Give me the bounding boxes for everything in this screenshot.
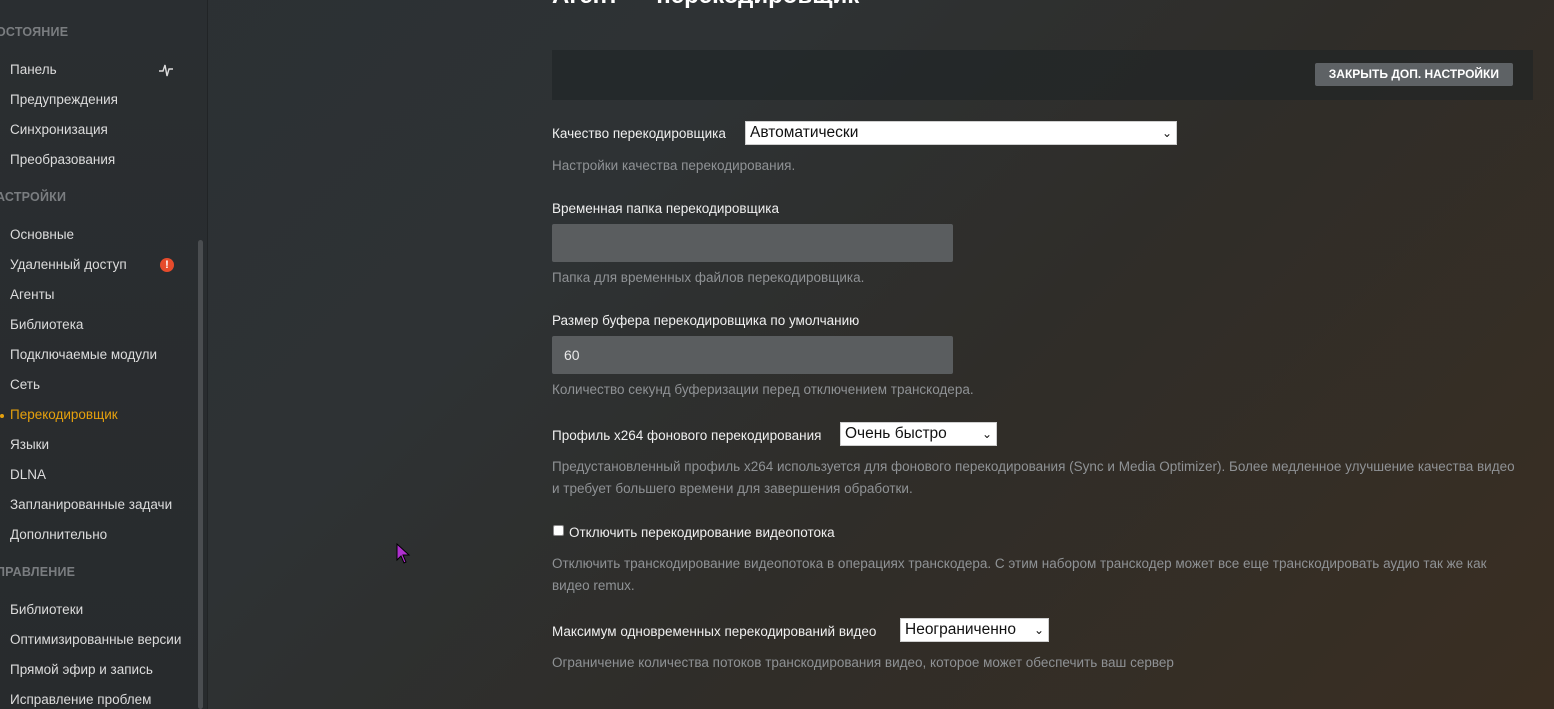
quality-help: Настройки качества перекодирования. [552,158,796,173]
x264-profile-help-line1: Предустановленный профиль x264 используе… [552,459,1515,474]
max-transcodes-select-value: Неограниченно [905,621,1016,638]
temp-folder-help: Папка для временных файлов перекодировщи… [552,270,865,285]
sidebar-item-languages[interactable]: Языки [10,437,49,452]
max-transcodes-select[interactable]: Неограниченно ⌄ [900,618,1049,642]
sidebar-section-settings: АСТРОЙКИ [0,190,67,204]
sidebar-item-sync[interactable]: Синхронизация [10,122,108,137]
buffer-label: Размер буфера перекодировщика по умолчан… [552,313,860,328]
quality-select-value: Автоматически [750,124,859,141]
x264-profile-label: Профиль x264 фонового перекодирования [552,428,822,443]
temp-folder-input[interactable] [552,224,953,262]
sidebar-item-network[interactable]: Сеть [10,377,40,392]
disable-video-help-line2: видео remux. [552,578,635,593]
max-transcodes-label: Максимум одновременных перекодирований в… [552,624,877,639]
sidebar-section-status: ОСТОЯНИЕ [0,25,69,39]
disable-video-label[interactable]: Отключить перекодирование видеопотока [569,525,835,540]
sidebar-item-libraries[interactable]: Библиотеки [10,602,83,617]
temp-folder-label: Временная папка перекодировщика [552,201,779,216]
disable-video-help-line1: Отключить транскодирование видеопотока в… [552,556,1487,571]
warning-icon: ! [160,258,174,272]
sidebar-item-conversions[interactable]: Преобразования [10,152,115,167]
sidebar-item-optimized-versions[interactable]: Оптимизированные версии [10,632,181,647]
sidebar-item-general[interactable]: Основные [10,227,74,242]
sidebar: ОСТОЯНИЕ Панель Предупреждения Синхрониз… [0,0,207,709]
quality-label: Качество перекодировщика [552,126,726,141]
chevron-down-icon: ⌄ [1033,623,1044,637]
chevron-down-icon: ⌄ [981,427,992,441]
sidebar-item-dashboard[interactable]: Панель [10,62,57,77]
sidebar-item-alerts[interactable]: Предупреждения [10,92,118,107]
sidebar-item-advanced[interactable]: Дополнительно [10,527,107,542]
x264-profile-select[interactable]: Очень быстро ⌄ [840,422,997,446]
activity-pulse-icon[interactable] [158,62,174,78]
sidebar-item-troubleshooting[interactable]: Исправление проблем [10,692,151,707]
sidebar-scrollbar[interactable] [198,240,203,709]
chevron-down-icon: ⌄ [1161,126,1172,140]
max-transcodes-help: Ограничение количества потоков транскоди… [552,655,1174,670]
sidebar-item-library[interactable]: Библиотека [10,317,83,332]
sidebar-item-agents[interactable]: Агенты [10,287,54,302]
buffer-input[interactable]: 60 [552,336,953,374]
active-indicator [0,414,4,418]
advanced-settings-bar: ЗАКРЫТЬ ДОП. НАСТРОЙКИ [552,50,1533,100]
sidebar-item-transcoder[interactable]: Перекодировщик [10,407,118,422]
sidebar-section-manage: ПРАВЛЕНИЕ [0,565,76,579]
buffer-help: Количество секунд буферизации перед откл… [552,382,974,397]
x264-profile-help-line2: и требует большего времени для завершени… [552,481,913,496]
x264-profile-select-value: Очень быстро [845,425,947,442]
quality-select[interactable]: Автоматически ⌄ [745,121,1177,145]
sidebar-item-dlna[interactable]: DLNA [10,467,46,482]
sidebar-item-remote-access[interactable]: Удаленный доступ [10,257,127,272]
disable-video-checkbox[interactable] [553,525,564,536]
sidebar-item-live-tv[interactable]: Прямой эфир и запись [10,662,153,677]
sidebar-item-scheduled-tasks[interactable]: Запланированные задачи [10,497,172,512]
page-title: Агент — перекодировщик [552,0,859,10]
sidebar-item-plugins[interactable]: Подключаемые модули [10,347,157,362]
hide-advanced-button[interactable]: ЗАКРЫТЬ ДОП. НАСТРОЙКИ [1314,63,1513,86]
mouse-cursor-icon [396,543,411,564]
